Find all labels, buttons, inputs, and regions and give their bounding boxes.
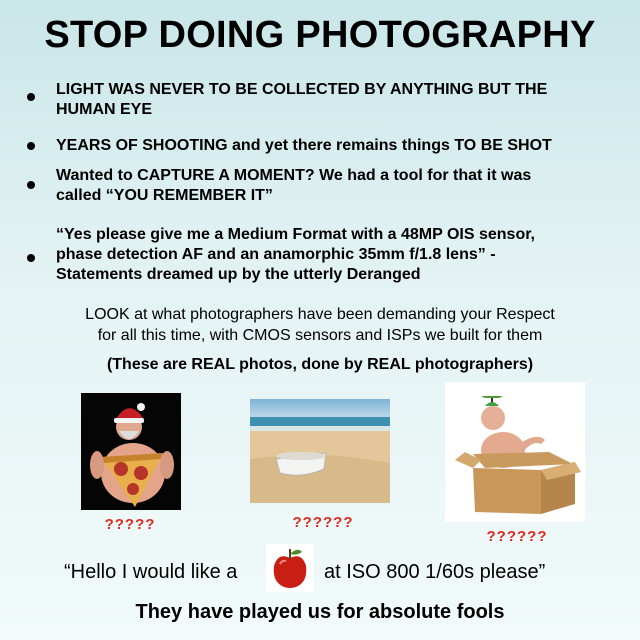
bullet-1-line-1: LIGHT WAS NEVER TO BE COLLECTED BY ANYTH… — [56, 81, 548, 98]
man-in-box-photo — [445, 382, 585, 522]
bullet-4-line-1: “Yes please give me a Medium Format with… — [56, 226, 535, 243]
bullet-4-line-2: phase detection AF and an anamorphic 35m… — [56, 246, 496, 263]
bullet-3-line-2: called “YOU REMEMBER IT” — [56, 187, 273, 204]
beach-bathtub-illustration — [250, 399, 390, 503]
bullet-2: YEARS OF SHOOTING and yet there remains … — [56, 136, 626, 156]
bullet-3-line-1: Wanted to CAPTURE A MOMENT? We had a too… — [56, 167, 532, 184]
closing-line: They have played us for absolute fools — [135, 601, 505, 623]
bullet-2-bold-2: TO BE SHOT — [454, 137, 552, 154]
real-text-2: photos, done by — [234, 356, 368, 373]
bullet-1-line-2: HUMAN EYE — [56, 101, 153, 118]
apple-illustration — [266, 544, 314, 592]
bullet-2-text: and yet there remains things — [227, 137, 455, 154]
look-line-1: LOOK at what photographers have been dem… — [85, 306, 555, 323]
real-bold-1: REAL — [191, 356, 235, 373]
bullet-dot — [27, 142, 35, 150]
look-paragraph: LOOK at what photographers have been dem… — [0, 304, 640, 346]
photo-3-caption: ?????? — [486, 528, 548, 545]
bullet-4: “Yes please give me a Medium Format with… — [56, 225, 631, 285]
photo-2-caption: ?????? — [292, 514, 354, 531]
real-text-3: photographers) — [410, 356, 534, 373]
bullet-dot — [27, 254, 35, 262]
man-in-box-illustration — [445, 382, 585, 522]
bullet-3: Wanted to CAPTURE A MOMENT? We had a too… — [56, 166, 626, 206]
pizza-santa-illustration — [81, 393, 181, 510]
beach-bathtub-photo — [250, 399, 390, 503]
bullet-4-line-3: Statements dreamed up by the utterly Der… — [56, 266, 421, 283]
real-text-1: (These are — [106, 356, 192, 373]
photo-1-caption: ????? — [104, 516, 156, 533]
bullet-2-bold-1: YEARS OF SHOOTING — [56, 137, 228, 154]
bullet-dot — [27, 93, 35, 101]
bullet-dot — [27, 181, 35, 189]
apple-icon — [266, 544, 314, 592]
real-photos-line: (These are REAL photos, done by REAL pho… — [0, 356, 640, 374]
quote-after: at ISO 800 1/60s please” — [324, 561, 546, 583]
bullet-1: LIGHT WAS NEVER TO BE COLLECTED BY ANYTH… — [56, 80, 626, 120]
real-bold-2: REAL — [367, 356, 411, 373]
quote-before: “Hello I would like a — [64, 561, 238, 583]
pizza-santa-photo — [81, 393, 181, 510]
look-line-2: for all this time, with CMOS sensors and… — [97, 327, 543, 344]
page-title: STOP DOING PHOTOGRAPHY — [44, 14, 596, 56]
